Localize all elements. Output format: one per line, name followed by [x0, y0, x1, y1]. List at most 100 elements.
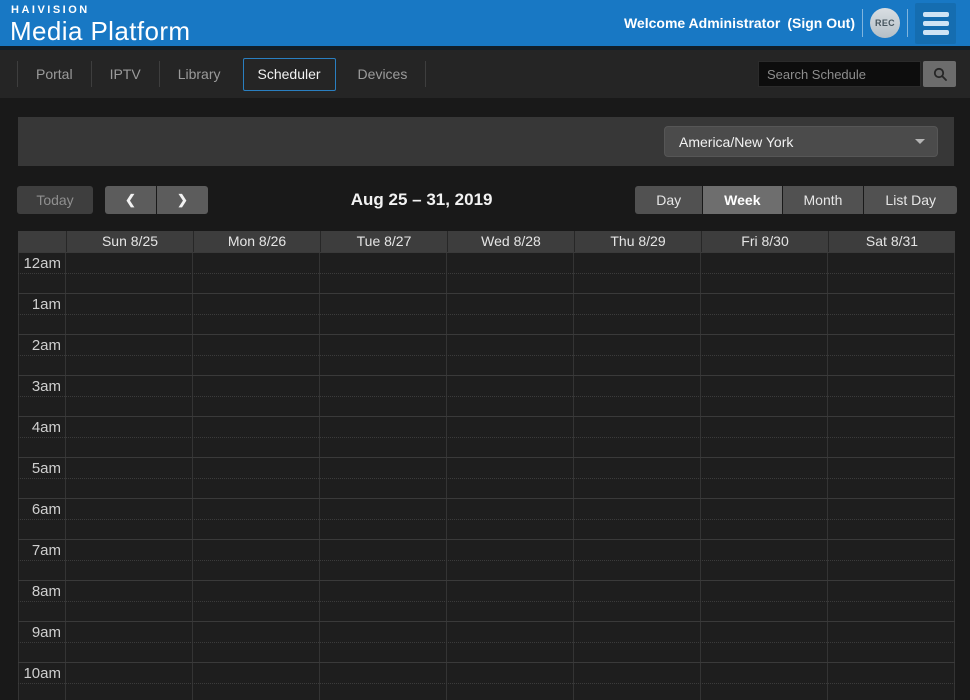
calendar-slot[interactable] — [447, 253, 574, 293]
nav-tab-portal[interactable]: Portal — [18, 57, 91, 91]
calendar-slot[interactable] — [574, 253, 701, 293]
calendar-slot[interactable] — [447, 458, 574, 498]
view-day-button[interactable]: Day — [635, 186, 702, 214]
rec-badge[interactable]: REC — [870, 8, 900, 38]
calendar-slot[interactable] — [447, 540, 574, 580]
calendar-slot[interactable] — [828, 458, 955, 498]
calendar-slot[interactable] — [66, 663, 193, 700]
calendar-slot[interactable] — [701, 294, 828, 334]
calendar-hour-row: 8am — [18, 580, 955, 621]
nav-tab-scheduler[interactable]: Scheduler — [243, 58, 336, 91]
calendar-slot[interactable] — [66, 417, 193, 457]
calendar-slot[interactable] — [320, 458, 447, 498]
calendar-slot[interactable] — [828, 335, 955, 375]
calendar-slot[interactable] — [320, 335, 447, 375]
calendar-slot[interactable] — [320, 253, 447, 293]
calendar-slot[interactable] — [828, 294, 955, 334]
calendar-slot[interactable] — [66, 622, 193, 662]
calendar-slot[interactable] — [193, 458, 320, 498]
calendar-slot[interactable] — [193, 581, 320, 621]
view-list-day-button[interactable]: List Day — [864, 186, 957, 214]
calendar-slot[interactable] — [828, 417, 955, 457]
calendar-slot[interactable] — [447, 622, 574, 662]
calendar-slot[interactable] — [447, 581, 574, 621]
calendar-slot[interactable] — [701, 499, 828, 539]
view-week-button[interactable]: Week — [703, 186, 781, 214]
calendar-slot[interactable] — [574, 581, 701, 621]
calendar-slot[interactable] — [447, 417, 574, 457]
calendar-slot[interactable] — [66, 540, 193, 580]
calendar-slot[interactable] — [66, 376, 193, 416]
calendar-slot[interactable] — [193, 622, 320, 662]
calendar-slot[interactable] — [701, 417, 828, 457]
calendar-slot[interactable] — [701, 622, 828, 662]
nav-tab-iptv[interactable]: IPTV — [92, 57, 159, 91]
sign-out-link[interactable]: (Sign Out) — [787, 15, 855, 31]
calendar-slot[interactable] — [701, 376, 828, 416]
timezone-select[interactable]: America/New York — [664, 126, 938, 157]
calendar-slot[interactable] — [193, 417, 320, 457]
calendar-slot[interactable] — [701, 458, 828, 498]
calendar-slot[interactable] — [701, 540, 828, 580]
calendar-slot[interactable] — [320, 376, 447, 416]
calendar-slot[interactable] — [66, 294, 193, 334]
calendar-slot[interactable] — [320, 663, 447, 700]
calendar-slot[interactable] — [447, 499, 574, 539]
calendar-slot[interactable] — [574, 663, 701, 700]
calendar-slot[interactable] — [193, 294, 320, 334]
search-button[interactable] — [923, 61, 956, 87]
calendar-slot[interactable] — [574, 376, 701, 416]
calendar-slot[interactable] — [193, 540, 320, 580]
calendar-slot[interactable] — [320, 294, 447, 334]
calendar-slot[interactable] — [574, 499, 701, 539]
calendar-slot[interactable] — [66, 581, 193, 621]
calendar-slot[interactable] — [574, 622, 701, 662]
header-divider — [862, 9, 863, 37]
calendar-slot[interactable] — [320, 499, 447, 539]
calendar-slot[interactable] — [447, 663, 574, 700]
calendar-slot[interactable] — [701, 335, 828, 375]
today-button[interactable]: Today — [17, 186, 93, 214]
calendar-slot[interactable] — [701, 663, 828, 700]
calendar-slot[interactable] — [193, 663, 320, 700]
next-week-button[interactable]: ❯ — [157, 186, 208, 214]
calendar-slot[interactable] — [320, 622, 447, 662]
calendar-slot[interactable] — [828, 622, 955, 662]
calendar-slot[interactable] — [193, 376, 320, 416]
calendar-slot[interactable] — [828, 663, 955, 700]
calendar-slot[interactable] — [828, 376, 955, 416]
calendar-slot[interactable] — [66, 335, 193, 375]
calendar-slot[interactable] — [193, 253, 320, 293]
calendar-slot[interactable] — [574, 335, 701, 375]
calendar-slot[interactable] — [320, 581, 447, 621]
calendar-slot[interactable] — [193, 499, 320, 539]
calendar-slot[interactable] — [828, 581, 955, 621]
search-input[interactable] — [758, 61, 921, 87]
calendar-slot[interactable] — [66, 499, 193, 539]
calendar-slot[interactable] — [320, 540, 447, 580]
calendar-slot[interactable] — [193, 335, 320, 375]
calendar-slot[interactable] — [320, 417, 447, 457]
prev-week-button[interactable]: ❮ — [105, 186, 156, 214]
day-header-mon: Mon 8/26 — [193, 231, 320, 252]
calendar-slot[interactable] — [447, 335, 574, 375]
nav-tab-devices[interactable]: Devices — [340, 57, 426, 91]
calendar-slot[interactable] — [701, 581, 828, 621]
calendar-slot[interactable] — [828, 253, 955, 293]
hamburger-menu-icon[interactable] — [915, 3, 956, 44]
calendar-slot[interactable] — [447, 294, 574, 334]
calendar-slot[interactable] — [828, 540, 955, 580]
calendar-slot[interactable] — [828, 499, 955, 539]
brand-logo: HAIVISION Media Platform — [10, 3, 190, 44]
calendar-slot[interactable] — [574, 458, 701, 498]
calendar-slot[interactable] — [701, 253, 828, 293]
calendar-slot[interactable] — [447, 376, 574, 416]
calendar-slot[interactable] — [574, 417, 701, 457]
calendar-slot[interactable] — [66, 458, 193, 498]
calendar-slot[interactable] — [574, 540, 701, 580]
view-month-button[interactable]: Month — [783, 186, 864, 214]
calendar-slot[interactable] — [66, 253, 193, 293]
calendar-slot[interactable] — [574, 294, 701, 334]
nav-tab-library[interactable]: Library — [160, 57, 239, 91]
hamburger-bar — [923, 12, 949, 17]
